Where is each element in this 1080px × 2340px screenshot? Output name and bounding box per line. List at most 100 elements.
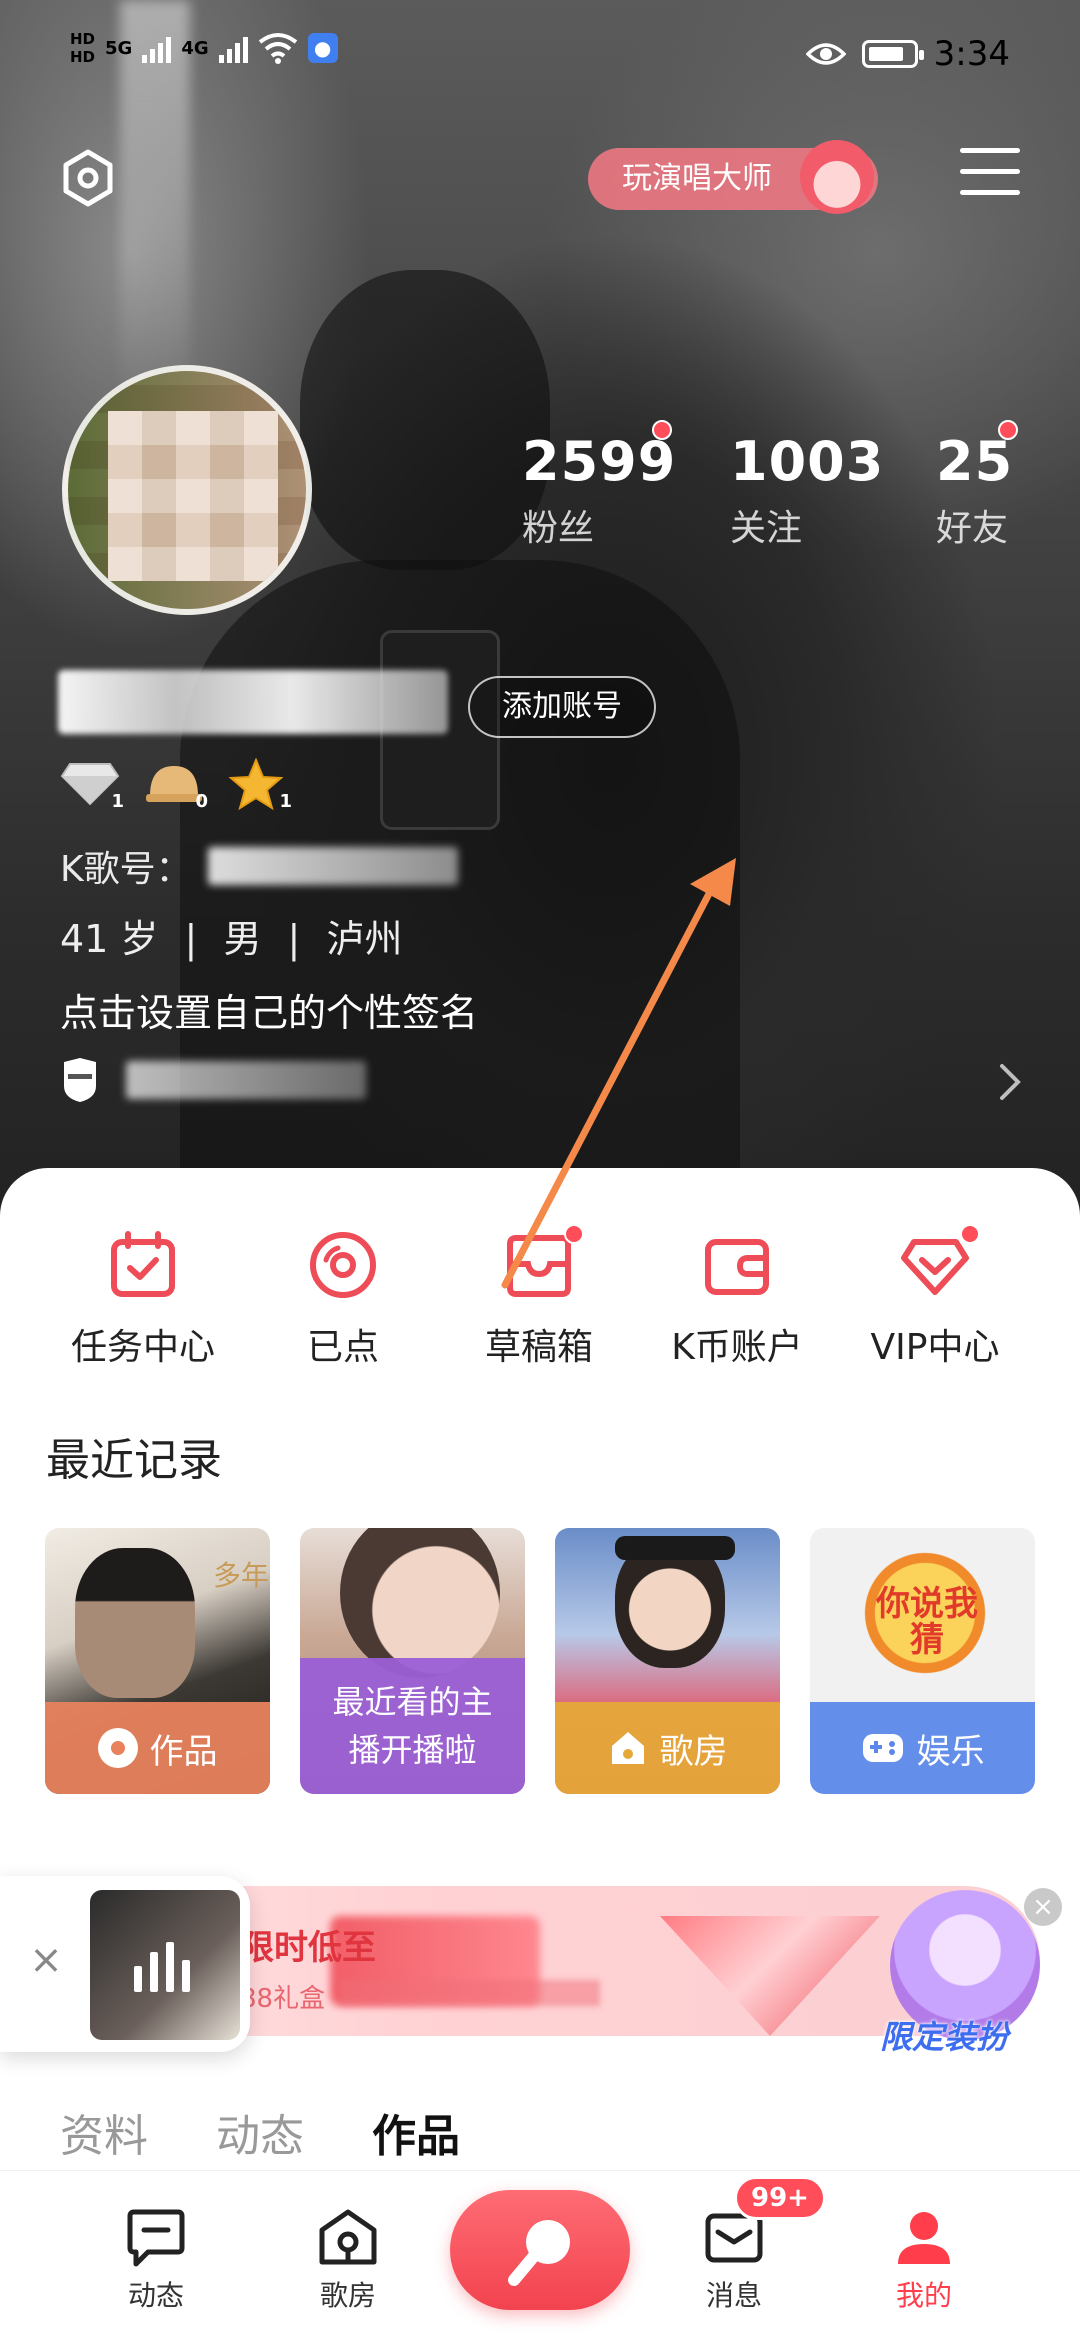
settings-gear-icon[interactable] [58, 148, 118, 208]
friends-label: 好友 [936, 508, 1009, 549]
shield-icon [64, 1058, 96, 1102]
quick-requested-songs[interactable]: 已点 [238, 1230, 448, 1370]
clock: 3:34 [933, 34, 1010, 74]
person-icon [898, 2212, 950, 2264]
mini-player-close-icon[interactable]: × [26, 1940, 66, 1982]
star-icon [228, 757, 284, 811]
recent-card-rooms[interactable]: 歌房 [555, 1528, 780, 1794]
drafts-new-dot [564, 1224, 584, 1244]
eye-comfort-icon [805, 43, 846, 65]
entertainment-label: 娱乐 [916, 1731, 985, 1772]
rooms-label: 歌房 [659, 1731, 728, 1772]
sing-mic-button[interactable] [450, 2190, 630, 2310]
nav-messages[interactable]: 消息 [674, 2208, 794, 2314]
network-type-1: 5G [105, 37, 133, 59]
playing-bars-icon [134, 1942, 190, 1992]
disc-icon [97, 1728, 138, 1768]
diamond-badge[interactable]: 1 [60, 758, 124, 812]
nav-me[interactable]: 我的 [864, 2208, 984, 2314]
following-label: 关注 [730, 508, 803, 549]
gamepad-icon [862, 1734, 903, 1762]
chevron-right-icon[interactable] [998, 1062, 1024, 1102]
wifi-icon [258, 33, 297, 64]
vip-diamond-icon [901, 1239, 969, 1295]
status-bar-right: 3:34 [805, 34, 1010, 74]
signal-icon-2 [218, 33, 248, 63]
certification-redacted [126, 1061, 366, 1099]
works-label: 作品 [149, 1731, 218, 1772]
banner-gem-graphic [660, 1916, 880, 2036]
quick-task-center-label: 任务中心 [70, 1327, 215, 1368]
age-text: 41 岁 [60, 917, 159, 961]
quick-task-center[interactable]: 任务中心 [38, 1230, 248, 1370]
star-count: 1 [279, 791, 292, 812]
status-bar-left: HD HD 5G 4G ● [70, 30, 338, 66]
following-count: 1003 [730, 430, 885, 493]
followers-stat[interactable]: 2599 粉丝 [522, 420, 677, 551]
nav-me-label: 我的 [895, 2279, 952, 2312]
banner-close-icon[interactable]: × [1024, 1888, 1062, 1926]
banner-headline: 限时低至 [240, 1928, 376, 1968]
profile-header-background [0, 0, 1080, 1230]
signature-prompt[interactable]: 点击设置自己的个性签名 [60, 982, 478, 1037]
recent-card-streamers[interactable]: 最近看的主播开播啦 [300, 1528, 525, 1794]
recent-card-works[interactable]: 多年 作品 [45, 1528, 270, 1794]
nav-rooms[interactable]: 歌房 [288, 2208, 408, 2314]
battery-icon [861, 40, 924, 68]
streamers-caption: 最近看的主播开播啦 [300, 1658, 525, 1794]
quick-requested-songs-label: 已点 [306, 1327, 379, 1368]
signal-icon [142, 33, 172, 63]
nav-moments[interactable]: 动态 [96, 2208, 216, 2314]
hd-label-2: HD [70, 48, 96, 66]
nav-messages-label: 消息 [705, 2279, 762, 2312]
quick-drafts[interactable]: 草稿箱 [434, 1224, 644, 1370]
feed-icon [127, 2209, 185, 2267]
banner-limited-outfit-label: 限定装扮 [880, 2018, 1009, 2056]
k-id-label: K歌号： [60, 849, 192, 890]
recent-card-entertainment[interactable]: 你说我猜 娱乐 [810, 1528, 1035, 1794]
quick-vip-center-label: VIP中心 [870, 1327, 1000, 1368]
profile-avatar[interactable] [62, 365, 312, 615]
avatar-pixelated-face [108, 411, 278, 581]
tab-works[interactable]: 作品 [372, 2100, 460, 2164]
tab-moments[interactable]: 动态 [216, 2100, 304, 2164]
mini-player[interactable]: × [0, 1876, 250, 2052]
background-figure-head [300, 270, 550, 570]
separator: | [184, 917, 198, 961]
vip-new-dot [960, 1224, 980, 1244]
followers-new-dot [652, 420, 672, 440]
separator: | [287, 917, 301, 961]
messages-unread-badge: 99+ [734, 2176, 826, 2220]
banner-subline-redacted [340, 1980, 600, 2006]
quick-kcoin-account[interactable]: K币账户 [632, 1230, 842, 1370]
friends-count: 25 [936, 430, 1014, 493]
hd-indicator: HD HD [70, 30, 95, 66]
city-text: 泸州 [326, 917, 403, 961]
followers-count: 2599 [522, 430, 677, 493]
quick-vip-center[interactable]: VIP中心 [830, 1224, 1040, 1370]
nav-rooms-label: 歌房 [319, 2279, 376, 2312]
friends-new-dot [998, 420, 1018, 440]
crown-badge[interactable]: 0 [144, 758, 208, 812]
followers-label: 粉丝 [522, 508, 595, 549]
add-account-button[interactable]: 添加账号 [468, 676, 656, 738]
crown-count: 0 [195, 791, 208, 812]
mascot-icon [800, 140, 874, 214]
mini-player-cover[interactable] [90, 1890, 240, 2040]
house-icon [611, 1732, 644, 1764]
star-badge[interactable]: 1 [228, 757, 292, 812]
k-id-redacted [207, 847, 458, 885]
promo-label: 玩演唱大师 [622, 161, 772, 196]
tab-profile-info[interactable]: 资料 [60, 2100, 148, 2164]
entertainment-caption: 娱乐 [810, 1702, 1035, 1794]
friends-stat[interactable]: 25 好友 [936, 420, 1018, 551]
mic-icon [508, 2220, 570, 2286]
streamers-label: 最近看的主播开播啦 [332, 1683, 493, 1769]
following-stat[interactable]: 1003 关注 [730, 430, 884, 551]
rooms-caption: 歌房 [555, 1702, 780, 1794]
certification-row[interactable] [60, 1058, 366, 1102]
room-icon [319, 2209, 377, 2265]
level-badges: 1 0 1 [60, 757, 292, 812]
k-id-row[interactable]: K歌号： [60, 840, 458, 892]
menu-icon[interactable] [960, 148, 1020, 200]
